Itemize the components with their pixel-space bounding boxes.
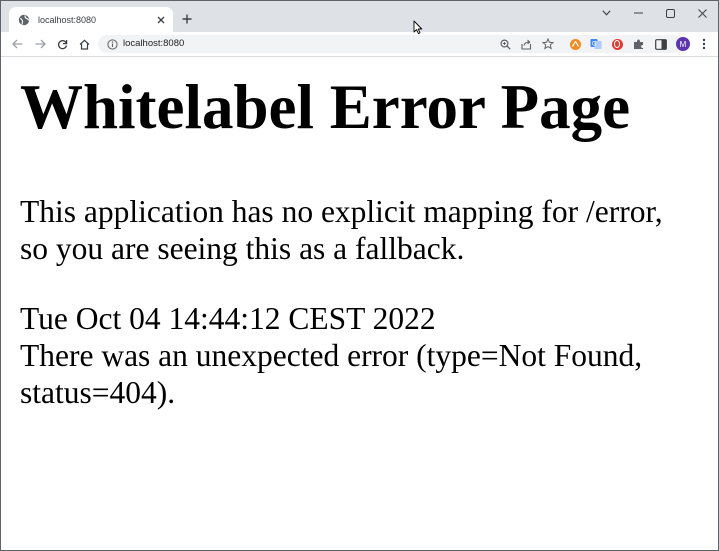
- extension-orange-icon[interactable]: [568, 37, 582, 51]
- info-icon[interactable]: [106, 38, 118, 50]
- globe-icon: [18, 14, 30, 26]
- extensions-puzzle-icon[interactable]: [632, 37, 646, 51]
- window-controls: [590, 1, 718, 25]
- page-content: Whitelabel Error Page This application h…: [1, 57, 718, 550]
- minimize-icon[interactable]: [622, 1, 654, 25]
- url-text: localhost:8080: [123, 38, 185, 49]
- forward-arrow-icon[interactable]: [32, 36, 48, 52]
- error-details: Tue Oct 04 14:44:12 CEST 2022 There was …: [20, 300, 710, 411]
- error-timestamp: Tue Oct 04 14:44:12 CEST 2022: [20, 301, 436, 336]
- tab-title: localhost:8080: [38, 14, 97, 25]
- tab-close-icon[interactable]: [155, 14, 167, 26]
- error-line-2: status=404).: [20, 375, 176, 410]
- chevron-down-icon[interactable]: [590, 1, 622, 25]
- share-icon[interactable]: [519, 37, 533, 51]
- page-title: Whitelabel Error Page: [20, 72, 631, 142]
- extension-translate-icon[interactable]: G: [589, 37, 603, 51]
- tab-localhost[interactable]: localhost:8080: [9, 7, 173, 32]
- browser-toolbar: localhost:8080 G M: [1, 32, 718, 57]
- back-arrow-icon[interactable]: [9, 36, 25, 52]
- new-tab-button[interactable]: [179, 11, 195, 27]
- extension-red-icon[interactable]: [610, 37, 624, 51]
- message-line-1: This application has no explicit mapping…: [20, 194, 663, 229]
- close-icon[interactable]: [686, 1, 718, 25]
- profile-avatar[interactable]: M: [676, 37, 690, 51]
- home-icon[interactable]: [76, 36, 92, 52]
- zoom-icon[interactable]: [498, 37, 512, 51]
- tab-strip: localhost:8080: [1, 1, 718, 32]
- profile-initial: M: [676, 37, 690, 51]
- side-panel-icon[interactable]: [654, 37, 668, 51]
- browser-window: localhost:8080 localhost:8080 G M Whitel…: [0, 0, 719, 551]
- error-line-1: There was an unexpected error (type=Not …: [20, 338, 643, 373]
- svg-text:G: G: [592, 40, 597, 47]
- bookmark-star-icon[interactable]: [541, 37, 555, 51]
- more-menu-icon[interactable]: [697, 37, 711, 51]
- reload-icon[interactable]: [54, 36, 70, 52]
- maximize-icon[interactable]: [654, 1, 686, 25]
- mouse-pointer-icon: [413, 20, 423, 35]
- message-line-2: so you are seeing this as a fallback.: [20, 231, 465, 266]
- error-explanation: This application has no explicit mapping…: [20, 193, 710, 267]
